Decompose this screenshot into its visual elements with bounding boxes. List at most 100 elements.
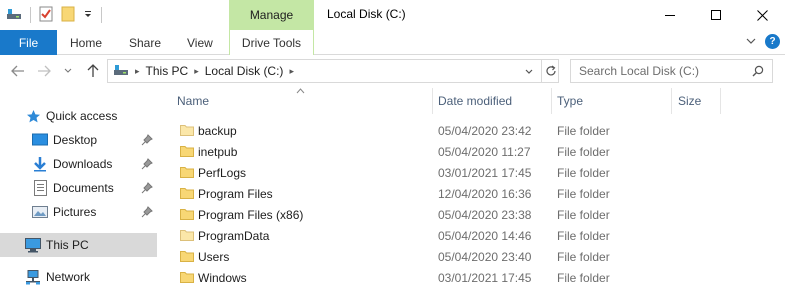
table-row[interactable]: ProgramData 05/04/2020 14:46 File folder — [170, 225, 720, 246]
tab-home[interactable]: Home — [70, 30, 102, 55]
expand-ribbon-icon[interactable] — [745, 35, 757, 50]
folder-icon — [180, 271, 194, 283]
tab-drive-tools[interactable]: Drive Tools — [229, 30, 314, 55]
help-icon[interactable]: ? — [765, 34, 780, 49]
sidebar-item-this-pc[interactable]: This PC — [0, 233, 157, 257]
breadcrumb-local-disk[interactable]: Local Disk (C:) — [205, 64, 284, 78]
tab-file[interactable]: File — [0, 30, 57, 55]
table-row[interactable]: Windows 03/01/2021 17:45 File folder — [170, 267, 720, 288]
file-name: Program Files (x86) — [198, 207, 304, 222]
column-header-name[interactable]: Name — [177, 88, 209, 114]
table-row[interactable]: Users 05/04/2020 23:40 File folder — [170, 246, 720, 267]
file-type: File folder — [557, 207, 610, 222]
file-date-modified: 05/04/2020 14:46 — [438, 228, 532, 243]
downloads-icon — [32, 156, 48, 172]
sidebar-item-network[interactable]: Network — [0, 265, 157, 289]
table-row[interactable]: PerfLogs 03/01/2021 17:45 File folder — [170, 162, 720, 183]
forward-button[interactable] — [36, 63, 52, 79]
customize-toolbar-icon[interactable] — [83, 8, 93, 22]
pictures-icon — [32, 204, 48, 220]
file-type: File folder — [557, 144, 610, 159]
quick-access-toolbar — [6, 6, 102, 24]
table-row[interactable]: inetpub 05/04/2020 11:27 File folder — [170, 141, 720, 162]
maximize-icon — [711, 10, 721, 20]
column-divider[interactable] — [671, 88, 672, 114]
recent-locations-button[interactable] — [60, 63, 76, 79]
properties-icon[interactable] — [39, 6, 53, 25]
column-divider[interactable] — [551, 88, 552, 114]
column-header-type[interactable]: Type — [557, 88, 583, 114]
breadcrumb-this-pc[interactable]: This PC — [146, 64, 189, 78]
breadcrumb-separator-icon[interactable]: ▸ — [194, 66, 199, 77]
back-button[interactable] — [10, 63, 26, 79]
refresh-icon — [545, 65, 556, 76]
column-header-size[interactable]: Size — [678, 88, 701, 114]
address-dropdown-icon[interactable] — [524, 66, 534, 80]
column-divider[interactable] — [720, 88, 721, 114]
file-type: File folder — [557, 186, 610, 201]
sidebar-item-label: Desktop — [53, 133, 98, 147]
tab-view[interactable]: View — [187, 30, 213, 55]
window-title: Local Disk (C:) — [327, 7, 406, 21]
back-arrow-icon — [11, 65, 24, 77]
navigation-pane: Quick access Desktop Downloads Documents — [0, 88, 157, 295]
star-icon — [25, 108, 41, 124]
file-date-modified: 03/01/2021 17:45 — [438, 270, 532, 285]
search-placeholder: Search Local Disk (C:) — [579, 64, 700, 78]
table-row[interactable]: Program Files 12/04/2020 16:36 File fold… — [170, 183, 720, 204]
forward-arrow-icon — [38, 65, 51, 77]
sidebar-item-documents[interactable]: Documents — [0, 176, 157, 200]
folder-icon — [180, 250, 194, 262]
maximize-button[interactable] — [693, 0, 739, 30]
folder-icon — [180, 208, 194, 220]
folder-icon — [180, 166, 194, 178]
file-name: inetpub — [198, 144, 238, 159]
file-type: File folder — [557, 165, 610, 180]
tab-share[interactable]: Share — [129, 30, 161, 55]
minimize-button[interactable] — [647, 0, 693, 30]
desktop-icon — [32, 132, 48, 148]
column-divider[interactable] — [432, 88, 433, 114]
folder-icon — [180, 229, 194, 241]
sidebar-item-label: Quick access — [46, 109, 118, 123]
pin-icon[interactable] — [141, 158, 153, 170]
pin-icon[interactable] — [141, 134, 153, 146]
manage-contextual-tab[interactable]: Manage — [229, 0, 314, 30]
pin-icon[interactable] — [141, 182, 153, 194]
sidebar-item-desktop[interactable]: Desktop — [0, 128, 157, 152]
chevron-down-icon — [64, 68, 72, 73]
file-type: File folder — [557, 270, 610, 285]
table-row[interactable]: backup 05/04/2020 23:42 File folder — [170, 120, 720, 141]
up-arrow-icon — [87, 64, 99, 77]
file-date-modified: 12/04/2020 16:36 — [438, 186, 532, 201]
search-input[interactable]: Search Local Disk (C:) — [570, 59, 773, 83]
up-button[interactable] — [85, 63, 101, 79]
refresh-button[interactable] — [541, 59, 559, 83]
file-type: File folder — [557, 228, 610, 243]
file-name: Users — [198, 249, 230, 264]
drive-icon[interactable] — [6, 7, 22, 24]
title-bar: Manage Local Disk (C:) — [0, 0, 785, 30]
new-folder-icon[interactable] — [61, 6, 75, 25]
sidebar-item-pictures[interactable]: Pictures — [0, 200, 157, 224]
sidebar-item-downloads[interactable]: Downloads — [0, 152, 157, 176]
file-name: Program Files — [198, 186, 273, 201]
file-type: File folder — [557, 123, 610, 138]
column-header-date-modified[interactable]: Date modified — [438, 88, 512, 114]
pin-icon[interactable] — [141, 206, 153, 218]
close-icon — [756, 9, 768, 21]
sidebar-item-quick-access[interactable]: Quick access — [0, 104, 157, 128]
folder-icon — [180, 145, 194, 157]
address-bar[interactable]: ▸ This PC ▸ Local Disk (C:) ▸ — [107, 59, 559, 83]
close-button[interactable] — [739, 0, 785, 30]
table-row[interactable]: Program Files (x86) 05/04/2020 23:38 Fil… — [170, 204, 720, 225]
search-icon[interactable] — [752, 65, 764, 80]
sort-ascending-icon — [296, 86, 305, 96]
documents-icon — [32, 180, 48, 196]
breadcrumb-separator-icon[interactable]: ▸ — [289, 66, 294, 77]
computer-icon — [25, 237, 41, 253]
breadcrumb-separator-icon[interactable]: ▸ — [135, 66, 140, 77]
file-name: ProgramData — [198, 228, 270, 243]
drive-icon — [113, 64, 129, 79]
folder-icon — [180, 187, 194, 199]
